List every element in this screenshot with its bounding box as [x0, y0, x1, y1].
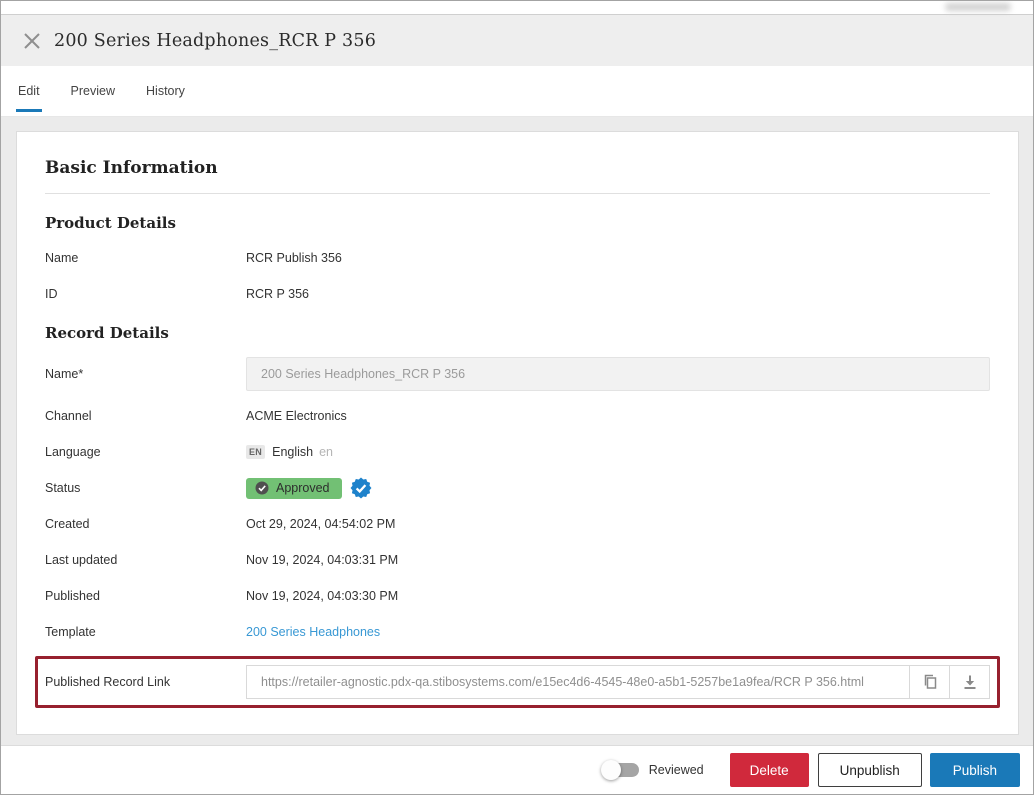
delete-button[interactable]: Delete — [730, 753, 809, 787]
check-circle-icon — [255, 481, 269, 495]
field-label: Name* — [45, 367, 246, 381]
close-icon[interactable] — [23, 32, 41, 50]
row-template: Template 200 Series Headphones — [45, 614, 990, 650]
field-value: ACME Electronics — [246, 409, 347, 423]
tab-history[interactable]: History — [146, 66, 185, 116]
field-value: Nov 19, 2024, 04:03:31 PM — [246, 553, 398, 567]
row-published-record-link: Published Record Link — [45, 665, 990, 699]
row-created: Created Oct 29, 2024, 04:54:02 PM — [45, 506, 990, 542]
field-label: Published Record Link — [45, 675, 246, 689]
published-record-link-input[interactable] — [247, 666, 909, 698]
page-background: Basic Information Product Details Name R… — [1, 117, 1033, 745]
field-label: Template — [45, 625, 246, 639]
basic-information-card: Basic Information Product Details Name R… — [16, 131, 1019, 735]
field-value: Oct 29, 2024, 04:54:02 PM — [246, 517, 395, 531]
page-title: 200 Series Headphones_RCR P 356 — [54, 31, 376, 51]
template-link[interactable]: 200 Series Headphones — [246, 625, 380, 639]
row-id: ID RCR P 356 — [45, 276, 990, 312]
top-strip — [1, 1, 1033, 15]
status-badge-label: Approved — [276, 481, 330, 495]
row-name: Name RCR Publish 356 — [45, 240, 990, 276]
row-channel: Channel ACME Electronics — [45, 398, 990, 434]
field-label: Name — [45, 251, 246, 265]
record-name-input[interactable] — [246, 357, 990, 391]
tab-preview[interactable]: Preview — [71, 66, 115, 116]
section-divider — [45, 193, 990, 194]
language-locale: en — [319, 445, 333, 459]
publish-button[interactable]: Publish — [930, 753, 1020, 787]
language-name: English — [272, 445, 313, 459]
record-dialog: 200 Series Headphones_RCR P 356 Edit Pre… — [0, 0, 1034, 795]
toggle-knob — [601, 760, 621, 780]
field-label: Published — [45, 589, 246, 603]
blurred-region — [945, 3, 1011, 11]
tab-bar: Edit Preview History — [1, 66, 1033, 117]
field-value: RCR Publish 356 — [246, 251, 342, 265]
reviewed-toggle[interactable] — [603, 763, 639, 777]
field-value: Nov 19, 2024, 04:03:30 PM — [246, 589, 398, 603]
field-label: Status — [45, 481, 246, 495]
download-icon — [961, 674, 979, 691]
dialog-header: 200 Series Headphones_RCR P 356 — [1, 15, 1033, 66]
row-status: Status Approved — [45, 470, 990, 506]
status-badge: Approved — [246, 478, 342, 499]
published-record-link-group — [246, 665, 990, 699]
field-label: Last updated — [45, 553, 246, 567]
row-record-name: Name* — [45, 350, 990, 398]
language-value: EN English en — [246, 445, 333, 459]
field-label: Created — [45, 517, 246, 531]
unpublish-button[interactable]: Unpublish — [818, 753, 922, 787]
row-language: Language EN English en — [45, 434, 990, 470]
language-code-badge: EN — [246, 445, 265, 459]
status-value: Approved — [246, 477, 372, 499]
highlight-annotation-box: Published Record Link — [35, 656, 1000, 708]
field-label: ID — [45, 287, 246, 301]
tab-edit[interactable]: Edit — [18, 66, 40, 116]
row-last-updated: Last updated Nov 19, 2024, 04:03:31 PM — [45, 542, 990, 578]
copy-link-button[interactable] — [909, 666, 949, 698]
copy-icon — [921, 673, 938, 691]
field-label: Language — [45, 445, 246, 459]
footer-bar: Reviewed Delete Unpublish Publish — [1, 745, 1033, 794]
reviewed-label: Reviewed — [649, 763, 704, 777]
record-details-heading: Record Details — [45, 324, 990, 342]
field-value: RCR P 356 — [246, 287, 309, 301]
download-button[interactable] — [949, 666, 989, 698]
field-label: Channel — [45, 409, 246, 423]
row-published: Published Nov 19, 2024, 04:03:30 PM — [45, 578, 990, 614]
section-title: Basic Information — [45, 158, 990, 178]
product-details-heading: Product Details — [45, 214, 990, 232]
verified-seal-icon — [350, 477, 372, 499]
